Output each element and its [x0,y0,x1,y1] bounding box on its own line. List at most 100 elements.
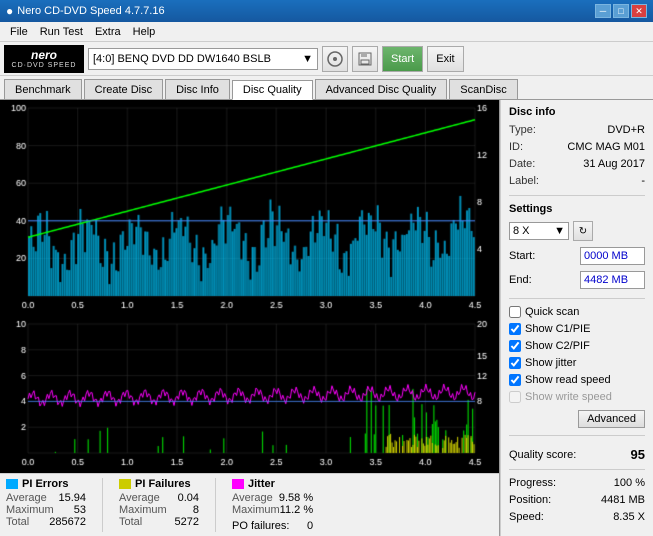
minimize-button[interactable]: ─ [595,4,611,18]
show-c2-pif-checkbox[interactable] [509,340,521,352]
date-value: 31 Aug 2017 [583,158,645,170]
pi-errors-avg-value: 15.94 [58,492,86,504]
speed-dropdown-arrow: ▼ [554,225,565,237]
chart-area: PI Errors Average 15.94 Maximum 53 Total… [0,100,500,536]
pi-errors-max-value: 53 [74,504,86,516]
maximize-button[interactable]: □ [613,4,629,18]
tab-benchmark[interactable]: Benchmark [4,79,82,99]
disc-icon-button[interactable] [322,46,348,72]
pi-failures-stats: PI Failures Average 0.04 Maximum 8 Total… [119,478,199,532]
pi-errors-total-value: 285672 [49,516,86,528]
speed-label: Speed: [509,511,544,523]
pi-failures-avg-value: 0.04 [178,492,199,504]
jitter-label: Jitter [248,478,275,490]
po-failures-label: PO failures: [232,520,289,532]
speed-value-display: 8.35 X [613,511,645,523]
menu-bar: File Run Test Extra Help [0,22,653,42]
progress-value: 100 % [614,477,645,489]
end-mb-input[interactable] [580,271,645,289]
position-label: Position: [509,494,551,506]
disc-info-title: Disc info [509,106,645,118]
close-button[interactable]: ✕ [631,4,647,18]
menu-extra[interactable]: Extra [89,24,127,40]
jitter-color [232,479,244,489]
tab-disc-info[interactable]: Disc Info [165,79,230,99]
disc-label-value: - [641,175,645,187]
date-label: Date: [509,158,535,170]
exit-button[interactable]: Exit [427,46,463,72]
title-bar: ● Nero CD-DVD Speed 4.7.7.16 ─ □ ✕ [0,0,653,22]
start-mb-label: Start: [509,250,535,262]
position-value: 4481 MB [601,494,645,506]
pi-errors-avg-label: Average [6,492,47,504]
jitter-max-label: Maximum [232,504,280,516]
quick-scan-checkbox[interactable] [509,306,521,318]
pi-failures-avg-label: Average [119,492,160,504]
start-button[interactable]: Start [382,46,423,72]
app-subtitle: CD·DVD SPEED [12,62,77,69]
jitter-avg-value: 9.58 % [279,492,313,504]
jitter-avg-label: Average [232,492,273,504]
toolbar: nero CD·DVD SPEED [4:0] BENQ DVD DD DW16… [0,42,653,76]
show-read-speed-label: Show read speed [525,374,611,386]
upper-chart [0,100,499,316]
pi-failures-color [119,479,131,489]
speed-value: 8 X [513,225,530,237]
tab-scan-disc[interactable]: ScanDisc [449,79,517,99]
tab-disc-quality[interactable]: Disc Quality [232,80,313,100]
lower-chart [0,316,499,473]
jitter-stats: Jitter Average 9.58 % Maximum 11.2 % PO … [232,478,313,532]
speed-dropdown[interactable]: 8 X ▼ [509,222,569,240]
tab-advanced-disc-quality[interactable]: Advanced Disc Quality [315,79,448,99]
pi-failures-max-label: Maximum [119,504,167,516]
show-write-speed-checkbox[interactable] [509,391,521,403]
tab-bar: Benchmark Create Disc Disc Info Disc Qua… [0,76,653,100]
menu-file[interactable]: File [4,24,34,40]
start-mb-input[interactable] [580,247,645,265]
pi-failures-total-label: Total [119,516,142,528]
drive-name: BENQ DVD DD DW1640 BSLB [117,53,270,65]
show-read-speed-checkbox[interactable] [509,374,521,386]
show-write-speed-label: Show write speed [525,391,612,403]
pi-failures-total-value: 5272 [175,516,199,528]
pi-errors-label: PI Errors [22,478,68,490]
pi-errors-total-label: Total [6,516,29,528]
settings-refresh-button[interactable]: ↻ [573,221,593,241]
po-failures-value: 0 [307,520,313,532]
disc-label-label: Label: [509,175,539,187]
pi-errors-max-label: Maximum [6,504,54,516]
nero-logo-text: nero [31,48,57,62]
quick-scan-label: Quick scan [525,306,579,318]
window-title: Nero CD-DVD Speed 4.7.7.16 [17,5,164,17]
quality-score-value: 95 [631,447,645,462]
show-c1-pie-checkbox[interactable] [509,323,521,335]
advanced-button[interactable]: Advanced [578,410,645,428]
progress-label: Progress: [509,477,556,489]
drive-label: [4:0] [93,53,114,65]
pi-failures-label: PI Failures [135,478,191,490]
end-mb-label: End: [509,274,532,286]
menu-help[interactable]: Help [127,24,162,40]
show-jitter-label: Show jitter [525,357,576,369]
show-jitter-checkbox[interactable] [509,357,521,369]
type-value: DVD+R [607,124,645,136]
stats-bar: PI Errors Average 15.94 Maximum 53 Total… [0,473,499,536]
quality-score-label: Quality score: [509,449,576,461]
show-c1-pie-label: Show C1/PIE [525,323,590,335]
id-value: CMC MAG M01 [567,141,645,153]
type-label: Type: [509,124,536,136]
show-c2-pif-label: Show C2/PIF [525,340,590,352]
app-logo: nero CD·DVD SPEED [4,45,84,73]
pi-failures-max-value: 8 [193,504,199,516]
menu-run-test[interactable]: Run Test [34,24,89,40]
drive-select[interactable]: [4:0] BENQ DVD DD DW1640 BSLB ▼ [88,48,318,70]
jitter-max-value: 11.2 % [280,504,313,516]
tab-create-disc[interactable]: Create Disc [84,79,163,99]
main-content: PI Errors Average 15.94 Maximum 53 Total… [0,100,653,536]
pi-errors-stats: PI Errors Average 15.94 Maximum 53 Total… [6,478,86,532]
save-button[interactable] [352,46,378,72]
right-panel: Disc info Type: DVD+R ID: CMC MAG M01 Da… [500,100,653,536]
id-label: ID: [509,141,523,153]
pi-errors-color [6,479,18,489]
settings-title: Settings [509,203,645,215]
